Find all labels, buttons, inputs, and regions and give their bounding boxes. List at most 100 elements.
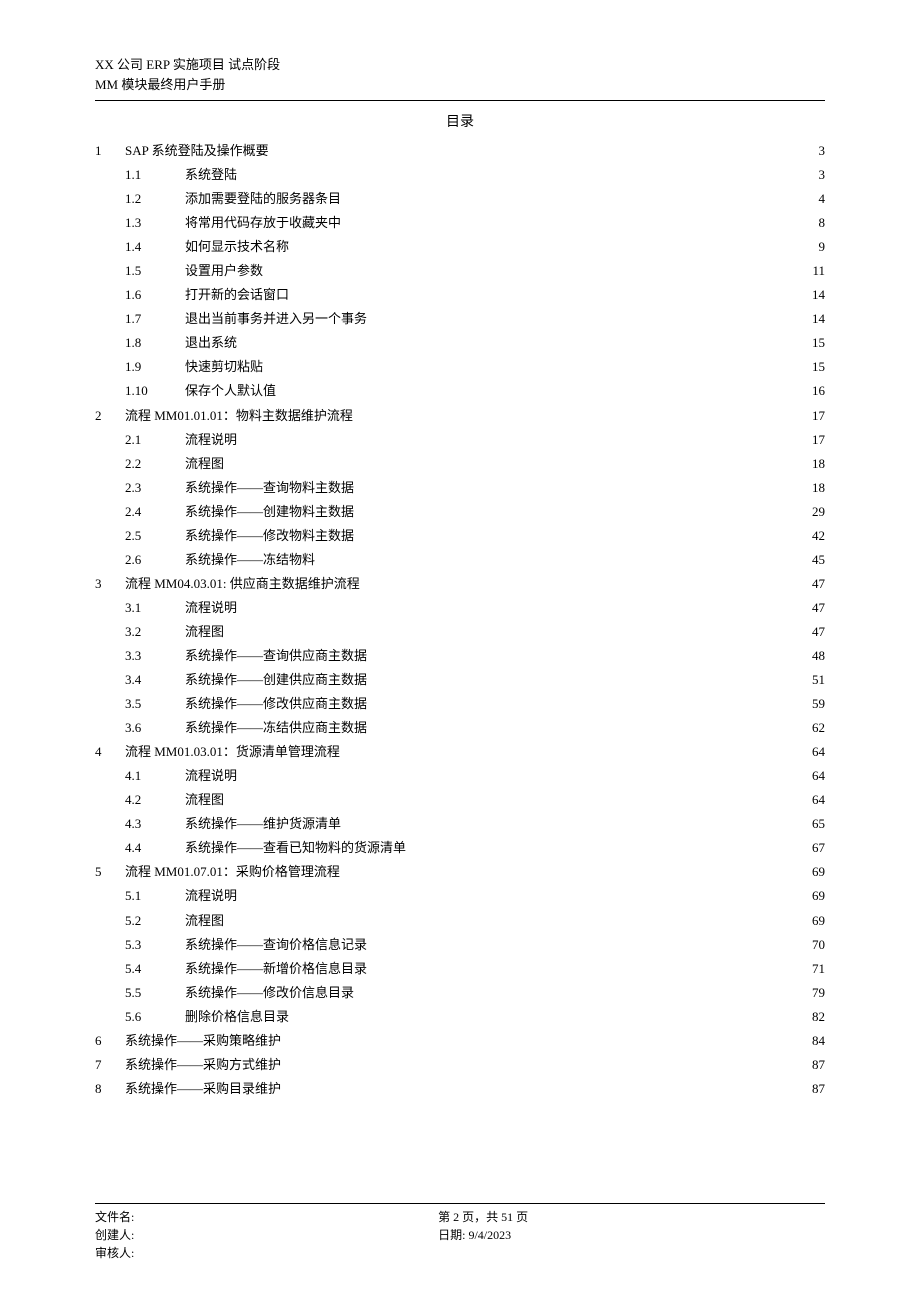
toc-page-number: 8 [819, 211, 826, 235]
creator-label: 创建人: [95, 1226, 438, 1244]
toc-entry: 2.2流程图18 [95, 452, 825, 476]
page-info: 第 2 页，共 51 页 [438, 1208, 825, 1226]
toc-entry: 3流程 MM04.03.01: 供应商主数据维护流程 47 [95, 572, 825, 596]
toc-number: 1.5 [125, 259, 185, 283]
toc-page-number: 70 [812, 933, 825, 957]
toc-page-number: 64 [812, 740, 825, 764]
toc-page-number: 17 [812, 404, 825, 428]
footer-left: 文件名: 创建人: 审核人: [95, 1208, 438, 1262]
toc-page-number: 3 [819, 139, 826, 163]
toc-page-number: 47 [812, 620, 825, 644]
footer-rule [95, 1203, 825, 1204]
toc-page-number: 71 [812, 957, 825, 981]
toc-page-number: 14 [812, 283, 825, 307]
toc-entry: 3.4系统操作——创建供应商主数据51 [95, 668, 825, 692]
toc-number: 1.6 [125, 283, 185, 307]
toc-text: 系统操作——查询价格信息记录 [185, 933, 367, 957]
toc-page-number: 48 [812, 644, 825, 668]
toc-number: 2 [95, 404, 125, 428]
toc-text: 添加需要登陆的服务器条目 [185, 187, 341, 211]
toc-number: 3.2 [125, 620, 185, 644]
toc-number: 1.3 [125, 211, 185, 235]
table-of-contents: 1SAP 系统登陆及操作概要31.1系统登陆31.2添加需要登陆的服务器条目41… [95, 139, 825, 1101]
toc-text: 系统操作——维护货源清单 [185, 812, 341, 836]
toc-number: 2.4 [125, 500, 185, 524]
toc-page-number: 59 [812, 692, 825, 716]
toc-entry: 5.5系统操作——修改价信息目录79 [95, 981, 825, 1005]
toc-number: 2.6 [125, 548, 185, 572]
toc-text: 流程图 [185, 620, 224, 644]
toc-entry: 3.3系统操作——查询供应商主数据48 [95, 644, 825, 668]
toc-entry: 2.5系统操作——修改物料主数据42 [95, 524, 825, 548]
toc-number: 4.2 [125, 788, 185, 812]
toc-page-number: 18 [812, 476, 825, 500]
toc-page-number: 11 [812, 259, 825, 283]
toc-entry: 1.10保存个人默认值16 [95, 379, 825, 403]
toc-entry: 5.4系统操作——新增价格信息目录71 [95, 957, 825, 981]
toc-number: 1 [95, 139, 125, 163]
toc-number: 1.1 [125, 163, 185, 187]
toc-text: 系统操作——采购策略维护 [125, 1029, 281, 1053]
toc-page-number: 84 [812, 1029, 825, 1053]
toc-text: 系统操作——创建物料主数据 [185, 500, 354, 524]
toc-entry: 1.5设置用户参数11 [95, 259, 825, 283]
toc-entry: 5.2流程图69 [95, 909, 825, 933]
toc-entry: 1.1系统登陆3 [95, 163, 825, 187]
toc-text: 系统操作——修改供应商主数据 [185, 692, 367, 716]
toc-entry: 5流程 MM01.07.01：采购价格管理流程69 [95, 860, 825, 884]
reviewer-label: 审核人: [95, 1244, 438, 1262]
toc-text: 流程说明 [185, 428, 237, 452]
toc-number: 1.10 [125, 379, 185, 403]
toc-text: 流程 MM01.07.01：采购价格管理流程 [125, 860, 340, 884]
toc-entry: 2.1流程说明17 [95, 428, 825, 452]
toc-entry: 1.7退出当前事务并进入另一个事务14 [95, 307, 825, 331]
toc-entry: 6系统操作——采购策略维护 84 [95, 1029, 825, 1053]
toc-entry: 3.2流程图 47 [95, 620, 825, 644]
toc-number: 3.6 [125, 716, 185, 740]
toc-number: 6 [95, 1029, 125, 1053]
toc-page-number: 18 [812, 452, 825, 476]
toc-number: 2.3 [125, 476, 185, 500]
toc-page-number: 3 [819, 163, 826, 187]
toc-page-number: 87 [812, 1053, 825, 1077]
toc-entry: 5.3系统操作——查询价格信息记录70 [95, 933, 825, 957]
toc-number: 1.7 [125, 307, 185, 331]
toc-number: 3.5 [125, 692, 185, 716]
toc-page-number: 4 [819, 187, 826, 211]
toc-entry: 4流程 MM01.03.01：货源清单管理流程64 [95, 740, 825, 764]
toc-page-number: 79 [812, 981, 825, 1005]
toc-number: 5.5 [125, 981, 185, 1005]
toc-number: 5.2 [125, 909, 185, 933]
footer-right: 第 2 页，共 51 页 日期: 9/4/2023 [438, 1208, 825, 1262]
toc-text: 流程 MM04.03.01: 供应商主数据维护流程 [125, 572, 360, 596]
toc-text: 系统操作——创建供应商主数据 [185, 668, 367, 692]
toc-entry: 1SAP 系统登陆及操作概要3 [95, 139, 825, 163]
toc-number: 5.4 [125, 957, 185, 981]
date-value: 9/4/2023 [468, 1228, 511, 1242]
toc-number: 3 [95, 572, 125, 596]
toc-page-number: 16 [812, 379, 825, 403]
toc-page-number: 69 [812, 909, 825, 933]
toc-page-number: 47 [812, 572, 825, 596]
toc-text: 流程说明 [185, 764, 237, 788]
document-header: XX 公司 ERP 实施项目 试点阶段 MM 模块最终用户手册 [95, 55, 825, 94]
toc-number: 4.1 [125, 764, 185, 788]
toc-page-number: 45 [812, 548, 825, 572]
toc-number: 2.1 [125, 428, 185, 452]
toc-text: 退出当前事务并进入另一个事务 [185, 307, 367, 331]
toc-text: 系统操作——修改物料主数据 [185, 524, 354, 548]
toc-entry: 1.6打开新的会话窗口14 [95, 283, 825, 307]
toc-text: 流程说明 [185, 596, 237, 620]
toc-entry: 4.3系统操作——维护货源清单65 [95, 812, 825, 836]
toc-text: 系统操作——采购目录维护 [125, 1077, 281, 1101]
toc-number: 2.5 [125, 524, 185, 548]
toc-text: 流程图 [185, 788, 224, 812]
toc-text: 系统操作——冻结供应商主数据 [185, 716, 367, 740]
toc-text: 将常用代码存放于收藏夹中 [185, 211, 341, 235]
toc-number: 1.4 [125, 235, 185, 259]
header-line-1: XX 公司 ERP 实施项目 试点阶段 [95, 55, 825, 75]
toc-number: 4.3 [125, 812, 185, 836]
toc-page-number: 29 [812, 500, 825, 524]
toc-text: 快速剪切粘贴 [185, 355, 263, 379]
toc-text: 系统操作——冻结物料 [185, 548, 315, 572]
